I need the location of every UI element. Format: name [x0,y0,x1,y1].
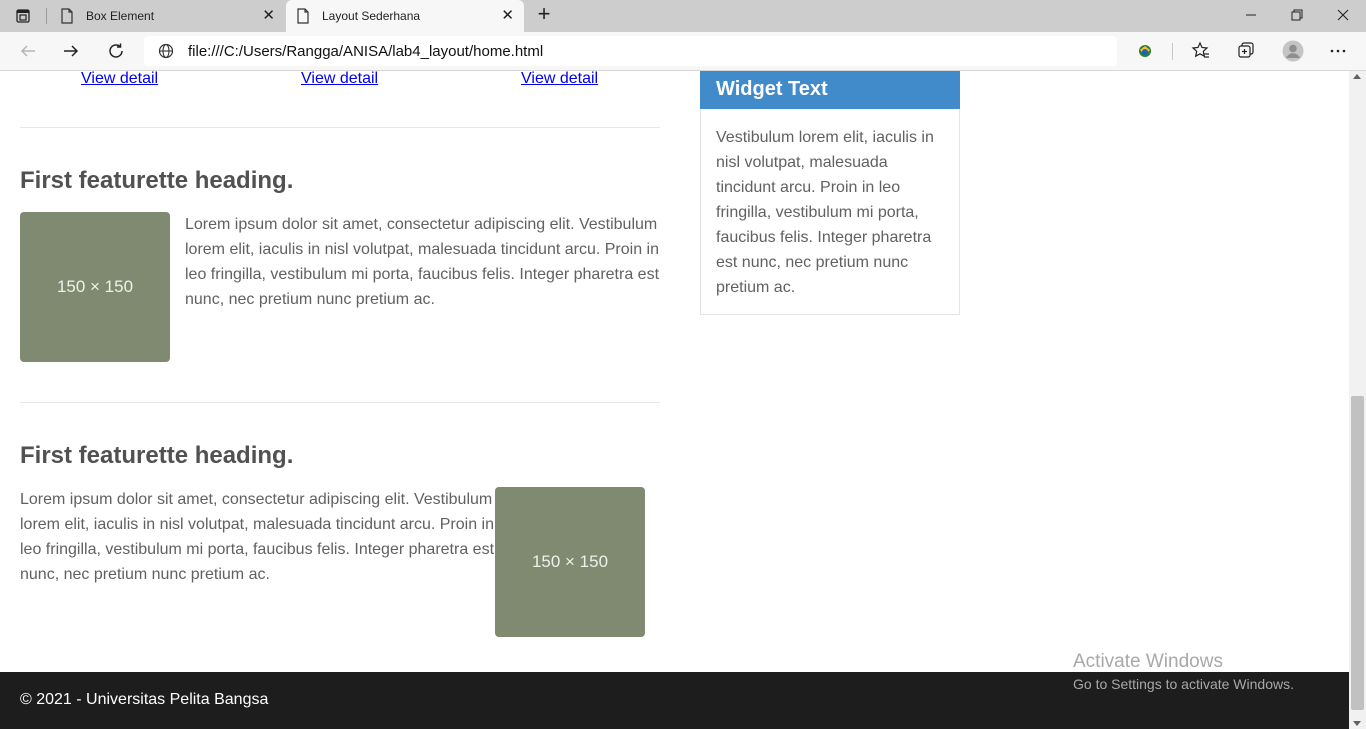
divider [20,127,660,128]
refresh-icon[interactable] [105,40,127,62]
view-detail-link[interactable]: View detail [301,71,378,88]
watermark-title: Activate Windows [1073,651,1223,672]
address-field[interactable]: file:///C:/Users/Rangga/ANISA/lab4_layou… [144,36,1117,66]
url-text: file:///C:/Users/Rangga/ANISA/lab4_layou… [188,43,544,60]
widget-text: Vestibulum lorem elit, iaculis in nisl v… [716,129,934,296]
view-detail-link[interactable]: View detail [81,71,158,88]
featurette-heading: First featurette heading. [20,442,294,469]
image-size-label: 150 × 150 [56,277,134,296]
footer-copyright: © 2021 - Universitas Pelita Bangsa [20,691,269,708]
vertical-scrollbar[interactable] [1349,71,1366,729]
divider [20,402,660,403]
featurette-text: Lorem ipsum dolor sit amet, consectetur … [20,491,495,583]
tab-title: Box Element [86,9,155,23]
forward-icon[interactable] [60,40,82,62]
sidebar-widget: Widget Text Vestibulum lorem elit, iacul… [700,71,960,315]
activation-watermark: Activate Windows Go to Settings to activ… [1073,652,1294,693]
favorites-icon[interactable] [1191,41,1211,61]
plus-icon[interactable]: + [533,3,555,26]
minimize-icon[interactable] [1228,0,1274,30]
scrollbar-thumb[interactable] [1351,396,1364,710]
close-icon[interactable]: ✕ [501,8,514,23]
watermark-subtitle: Go to Settings to activate Windows. [1073,676,1294,692]
close-icon[interactable]: ✕ [262,8,275,23]
collections-icon[interactable] [1236,41,1256,61]
featurette-text: Lorem ipsum dolor sit amet, consectetur … [185,216,660,308]
document-icon [297,8,309,24]
extension-icon[interactable] [1135,41,1155,61]
tab-separator [46,8,47,24]
featurette-heading: First featurette heading. [20,167,294,194]
view-detail-link[interactable]: View detail [521,71,598,88]
restore-icon[interactable] [1274,0,1320,30]
tab-strip: Box Element ✕ Layout Sederhana ✕ + [0,0,1366,32]
tab-box-element[interactable]: Box Element ✕ [50,0,285,32]
profile-icon[interactable] [1281,39,1305,63]
image-size-label: 150 × 150 [531,552,609,571]
tab-actions-icon[interactable] [14,7,32,25]
address-toolbar: file:///C:/Users/Rangga/ANISA/lab4_layou… [0,32,1366,71]
back-icon[interactable] [17,40,39,62]
scroll-up-icon[interactable] [1353,74,1361,79]
tab-layout-sederhana[interactable]: Layout Sederhana ✕ [286,0,524,32]
toolbar-separator [1172,43,1173,60]
featurette-image: 150 × 150 [20,212,170,362]
scroll-down-icon[interactable] [1353,721,1361,726]
globe-icon [158,43,174,59]
widget-title: Widget Text [700,71,960,109]
tab-title: Layout Sederhana [322,9,421,23]
more-icon[interactable] [1328,41,1348,61]
document-icon [61,8,73,24]
page-viewport: View detail View detail View detail Firs… [0,71,1349,729]
window-close-icon[interactable] [1320,0,1366,30]
featurette-image: 150 × 150 [495,487,645,637]
